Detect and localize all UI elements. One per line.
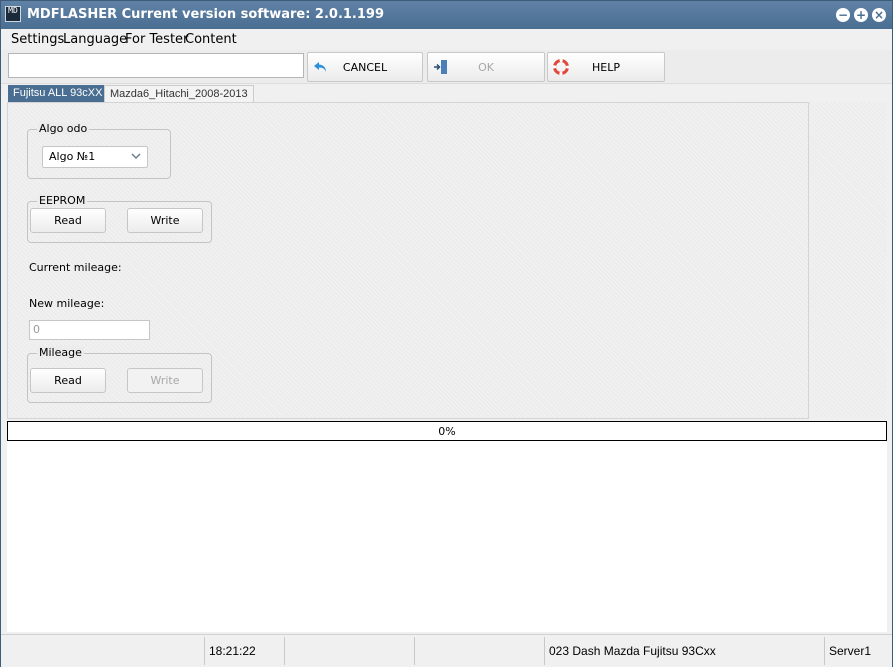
status-bar: 18:21:22 023 Dash Mazda Fujitsu 93Cxx Se… <box>1 634 892 667</box>
menu-settings[interactable]: Settings <box>11 32 64 47</box>
progress-bar: 0% <box>7 421 887 441</box>
tab-strip: Fujitsu ALL 93cXX Mazda6_Hitachi_2008-20… <box>1 83 892 102</box>
side-panel <box>809 102 887 419</box>
algo-odo-group: Algo odo Algo №1 <box>27 122 171 179</box>
toolbar: CANCEL OK HELP <box>1 50 892 84</box>
algo-odo-title: Algo odo <box>37 122 90 135</box>
eeprom-write-button[interactable]: Write <box>127 208 203 233</box>
tab-mazda6-hitachi[interactable]: Mazda6_Hitachi_2008-2013 <box>104 85 254 102</box>
algo-select[interactable]: Algo №1 <box>42 146 148 168</box>
ok-label: OK <box>478 61 494 74</box>
tab-content-panel: Algo odo Algo №1 EEPROM Read Write Curre… <box>7 102 809 419</box>
window-title: MDFLASHER Current version software: 2.0.… <box>27 7 385 22</box>
status-time: 18:21:22 <box>205 637 285 665</box>
eeprom-read-button[interactable]: Read <box>30 208 106 233</box>
mileage-read-button[interactable]: Read <box>30 368 106 393</box>
chevron-down-icon <box>131 153 141 160</box>
toolbar-input[interactable] <box>8 53 304 78</box>
menu-language[interactable]: Language <box>63 32 127 47</box>
cancel-button[interactable]: CANCEL <box>307 52 423 82</box>
menu-content[interactable]: Content <box>185 32 237 47</box>
eeprom-group: EEPROM Read Write <box>27 194 212 243</box>
new-mileage-label: New mileage: <box>29 297 105 310</box>
help-button[interactable]: HELP <box>547 52 665 82</box>
progress-label: 0% <box>438 425 456 438</box>
status-device: 023 Dash Mazda Fujitsu 93Cxx <box>545 637 825 665</box>
maximize-icon[interactable]: + <box>854 8 868 22</box>
log-area[interactable] <box>7 441 887 632</box>
menu-for-tester[interactable]: For Tester <box>125 32 188 47</box>
mileage-write-button: Write <box>127 368 203 393</box>
status-server: Server1 <box>829 644 872 658</box>
ok-button[interactable]: OK <box>427 52 545 82</box>
status-cell-3 <box>285 637 415 665</box>
mileage-title: Mileage <box>37 346 84 359</box>
tab-fujitsu-all-93cxx[interactable]: Fujitsu ALL 93cXX <box>8 85 108 102</box>
app-window: MD MDFLASHER Current version software: 2… <box>0 0 893 667</box>
algo-select-value: Algo №1 <box>49 150 96 163</box>
title-bar[interactable]: MD MDFLASHER Current version software: 2… <box>1 1 892 29</box>
current-mileage-label: Current mileage: <box>29 261 122 274</box>
menu-bar: Settings Language For Tester Content <box>1 29 892 50</box>
status-cell-1 <box>5 637 205 665</box>
cancel-label: CANCEL <box>342 61 388 74</box>
close-icon[interactable]: × <box>872 8 886 22</box>
minimize-icon[interactable]: − <box>836 8 850 22</box>
help-label: HELP <box>592 61 620 74</box>
eeprom-title: EEPROM <box>37 194 88 207</box>
mileage-group: Mileage Read Write <box>27 346 212 403</box>
status-cell-4 <box>415 637 545 665</box>
app-logo-icon: MD <box>5 6 21 22</box>
new-mileage-input[interactable]: 0 <box>29 320 150 340</box>
